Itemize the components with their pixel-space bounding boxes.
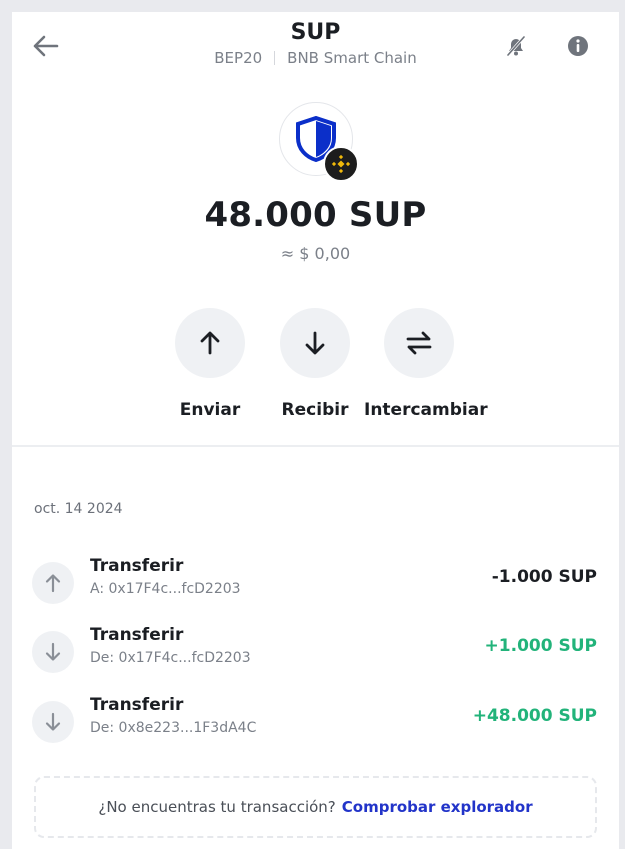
explorer-prompt: ¿No encuentras tu transacción? Comprobar…	[34, 776, 597, 838]
bnb-chain-badge	[323, 146, 359, 182]
send-label: Enviar	[179, 400, 241, 420]
arrow-down-icon	[305, 331, 325, 355]
swap-label: Intercambiar	[364, 400, 488, 420]
arrow-down-icon	[45, 712, 61, 731]
send-button[interactable]: Enviar	[155, 308, 265, 420]
info-icon	[568, 36, 588, 56]
mute-notifications-button[interactable]	[500, 30, 532, 62]
date-header: oct. 14 2024	[34, 501, 123, 517]
tx-address: De: 0x8e223...1F3dA4C	[90, 720, 257, 736]
chain-label: BNB Smart Chain	[287, 49, 417, 67]
arrow-up-icon	[200, 331, 220, 355]
fiat-value: ≈ $ 0,00	[280, 244, 351, 263]
tx-address: De: 0x17F4c...fcD2203	[90, 650, 251, 666]
tx-amount: +1.000 SUP	[484, 636, 597, 656]
header: SUP BEP20 BNB Smart Chain	[12, 12, 619, 92]
app-screen: SUP BEP20 BNB Smart Chain 48.000 SUP ≈ $…	[12, 12, 619, 849]
bnb-icon	[331, 154, 351, 174]
info-button[interactable]	[562, 30, 594, 62]
send-circle	[175, 308, 245, 378]
swap-button[interactable]: Intercambiar	[364, 308, 488, 420]
divider	[274, 51, 276, 65]
transaction-row[interactable]: Transferir A: 0x17F4c...fcD2203 -1.000 S…	[12, 550, 619, 610]
swap-circle	[384, 308, 454, 378]
arrow-down-icon	[45, 642, 61, 661]
tx-icon-circle	[32, 701, 74, 743]
tx-icon-circle	[32, 631, 74, 673]
receive-button[interactable]: Recibir	[260, 308, 370, 420]
transaction-row[interactable]: Transferir De: 0x17F4c...fcD2203 +1.000 …	[12, 619, 619, 679]
tx-type: Transferir	[90, 556, 184, 576]
tx-type: Transferir	[90, 695, 184, 715]
check-explorer-link[interactable]: Comprobar explorador	[342, 798, 533, 816]
network-label: BEP20	[214, 49, 263, 67]
tx-address: A: 0x17F4c...fcD2203	[90, 581, 241, 597]
transaction-row[interactable]: Transferir De: 0x8e223...1F3dA4C +48.000…	[12, 689, 619, 749]
swap-icon	[406, 331, 432, 355]
tx-amount: -1.000 SUP	[491, 567, 597, 587]
token-logo	[279, 102, 359, 182]
token-balance: 48.000 SUP	[204, 195, 427, 235]
explorer-question: ¿No encuentras tu transacción?	[98, 798, 336, 816]
tx-type: Transferir	[90, 625, 184, 645]
tx-amount: +48.000 SUP	[472, 706, 597, 726]
receive-circle	[280, 308, 350, 378]
section-divider	[12, 445, 619, 447]
receive-label: Recibir	[281, 400, 349, 420]
tx-icon-circle	[32, 562, 74, 604]
bell-off-icon	[506, 36, 526, 56]
arrow-up-icon	[45, 574, 61, 593]
